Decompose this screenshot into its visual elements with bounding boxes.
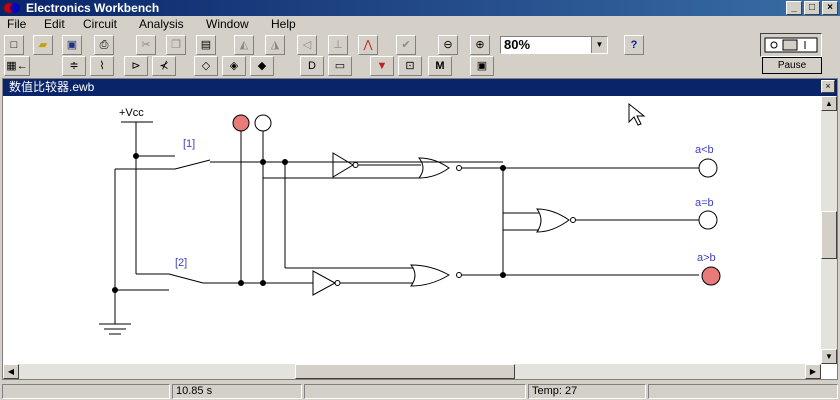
document-title: 数值比较器.ewb xyxy=(9,80,95,94)
indicators-bin-icon[interactable]: ▼ xyxy=(370,56,394,76)
controls-bin-icon[interactable]: ⊡ xyxy=(398,56,422,76)
zoom-value: 80% xyxy=(504,37,531,52)
document-window: 数值比较器.ewb × +Vcc [1] [2] a<b a=b a>b ▲ ▼… xyxy=(2,78,838,380)
circuit-schematic: +Vcc [1] [2] a<b a=b a>b xyxy=(99,102,721,335)
status-pane-3 xyxy=(304,384,526,399)
menu-window[interactable]: Window xyxy=(206,17,249,31)
menu-file[interactable]: File xyxy=(7,17,26,31)
open-folder-icon[interactable]: ▰ xyxy=(33,35,53,55)
led-a-greater-b xyxy=(701,266,721,286)
switch-1-label: [1] xyxy=(183,138,195,150)
print-icon[interactable]: ⎙ xyxy=(94,35,114,55)
toolbar-main: □ ▰ ▣ ⎙ ✂ ❐ ▤ ◭ ◮ ◁ ⊥ ⋀ ✔ ⊖ ⊕ ? xyxy=(0,35,840,57)
output-lt-label: a<b xyxy=(695,144,714,156)
menu-circuit[interactable]: Circuit xyxy=(83,17,117,31)
document-title-bar: 数值比较器.ewb × xyxy=(3,79,837,96)
flip-horizontal-icon[interactable]: ◮ xyxy=(265,35,285,55)
maximize-button[interactable]: □ xyxy=(804,1,820,15)
transistors-bin-icon[interactable]: ⊀ xyxy=(152,56,176,76)
instruments-bin-icon[interactable]: ▣ xyxy=(470,56,494,76)
scroll-right-icon[interactable]: ▶ xyxy=(805,364,821,379)
status-bar: 10.85 s Temp: 27 xyxy=(0,382,840,400)
document-close-button[interactable]: × xyxy=(821,80,835,93)
led-a-less-b xyxy=(698,158,718,178)
zoom-select[interactable]: 80% ▼ xyxy=(500,36,608,54)
power-switch-icon xyxy=(764,37,818,53)
digital-bin-icon[interactable]: ▭ xyxy=(328,56,352,76)
switch-2[interactable] xyxy=(168,273,204,284)
vertical-scrollbar[interactable]: ▲ ▼ xyxy=(821,96,837,364)
status-pane-5 xyxy=(648,384,838,399)
misc-bin-icon[interactable]: M xyxy=(428,56,452,76)
mouse-cursor-icon xyxy=(628,102,646,126)
rotate-icon[interactable]: ◭ xyxy=(234,35,254,55)
menu-bar: File Edit Circuit Analysis Window Help xyxy=(0,16,840,34)
inverter-gate-b xyxy=(312,270,337,296)
status-pane-1 xyxy=(2,384,170,399)
save-disk-icon[interactable]: ▣ xyxy=(62,35,82,55)
probe-b-led xyxy=(254,114,272,132)
diodes-bin-icon[interactable]: ⊳ xyxy=(124,56,148,76)
and-gate-lt xyxy=(417,157,450,179)
create-subcircuit-icon[interactable]: ✔ xyxy=(396,35,416,55)
output-gt-label: a>b xyxy=(697,252,716,264)
help-button[interactable]: ? xyxy=(624,35,644,55)
menu-edit[interactable]: Edit xyxy=(44,17,65,31)
cut-icon[interactable]: ✂ xyxy=(136,35,156,55)
mixed-ic-bin-icon[interactable]: ◈ xyxy=(222,56,246,76)
horizontal-scroll-thumb[interactable] xyxy=(295,364,515,379)
toolbar-parts: ▦← ≑ ⌇ ⊳ ⊀ ◇ ◈ ◆ D ▭ ▼ ⊡ M ▣ xyxy=(0,56,840,78)
scroll-left-icon[interactable]: ◀ xyxy=(3,364,19,379)
scroll-up-icon[interactable]: ▲ xyxy=(821,96,837,111)
zoom-in-icon[interactable]: ⊕ xyxy=(470,35,490,55)
vcc-label: +Vcc xyxy=(119,107,144,119)
switch-2-label: [2] xyxy=(175,257,187,269)
app-logo-icon xyxy=(4,3,20,13)
parts-bin-menu-icon[interactable]: ▦← xyxy=(4,56,30,76)
inverter-gate-a xyxy=(332,152,354,178)
nor-gate-eq xyxy=(536,208,570,233)
paste-icon[interactable]: ▤ xyxy=(196,35,216,55)
status-temp: Temp: 27 xyxy=(528,384,646,399)
basic-bin-icon[interactable]: ⌇ xyxy=(90,56,114,76)
junction-dots xyxy=(112,153,506,293)
vertical-scroll-thumb[interactable] xyxy=(821,211,837,259)
output-eq-label: a=b xyxy=(695,197,714,209)
close-button[interactable]: × xyxy=(822,1,838,15)
probe-a-led xyxy=(232,114,250,132)
digital-ic-bin-icon[interactable]: ◆ xyxy=(250,56,274,76)
status-time: 10.85 s xyxy=(172,384,302,399)
horizontal-scrollbar[interactable]: ◀ ▶ xyxy=(3,364,821,379)
sources-bin-icon[interactable]: ≑ xyxy=(62,56,86,76)
title-bar: Electronics Workbench _ □ × xyxy=(0,0,840,16)
logic-gates-bin-icon[interactable]: D xyxy=(300,56,324,76)
circuit-canvas[interactable]: +Vcc [1] [2] a<b a=b a>b xyxy=(3,96,821,364)
analog-ic-bin-icon[interactable]: ◇ xyxy=(194,56,218,76)
window-title: Electronics Workbench xyxy=(26,1,160,15)
switch-1[interactable] xyxy=(174,159,211,170)
copy-icon[interactable]: ❐ xyxy=(166,35,186,55)
graph-icon[interactable]: ⋀ xyxy=(358,35,378,55)
scroll-down-icon[interactable]: ▼ xyxy=(821,349,837,364)
chevron-down-icon[interactable]: ▼ xyxy=(591,37,607,53)
minimize-button[interactable]: _ xyxy=(786,1,802,15)
power-switch[interactable] xyxy=(760,33,822,57)
menu-help[interactable]: Help xyxy=(271,17,296,31)
component-properties-icon[interactable]: ⊥ xyxy=(328,35,348,55)
led-a-equal-b xyxy=(698,210,718,230)
and-gate-gt xyxy=(409,264,450,287)
new-file-icon[interactable]: □ xyxy=(4,35,24,55)
menu-analysis[interactable]: Analysis xyxy=(139,17,184,31)
zoom-out-icon[interactable]: ⊖ xyxy=(438,35,458,55)
flip-vertical-icon[interactable]: ◁ xyxy=(297,35,317,55)
